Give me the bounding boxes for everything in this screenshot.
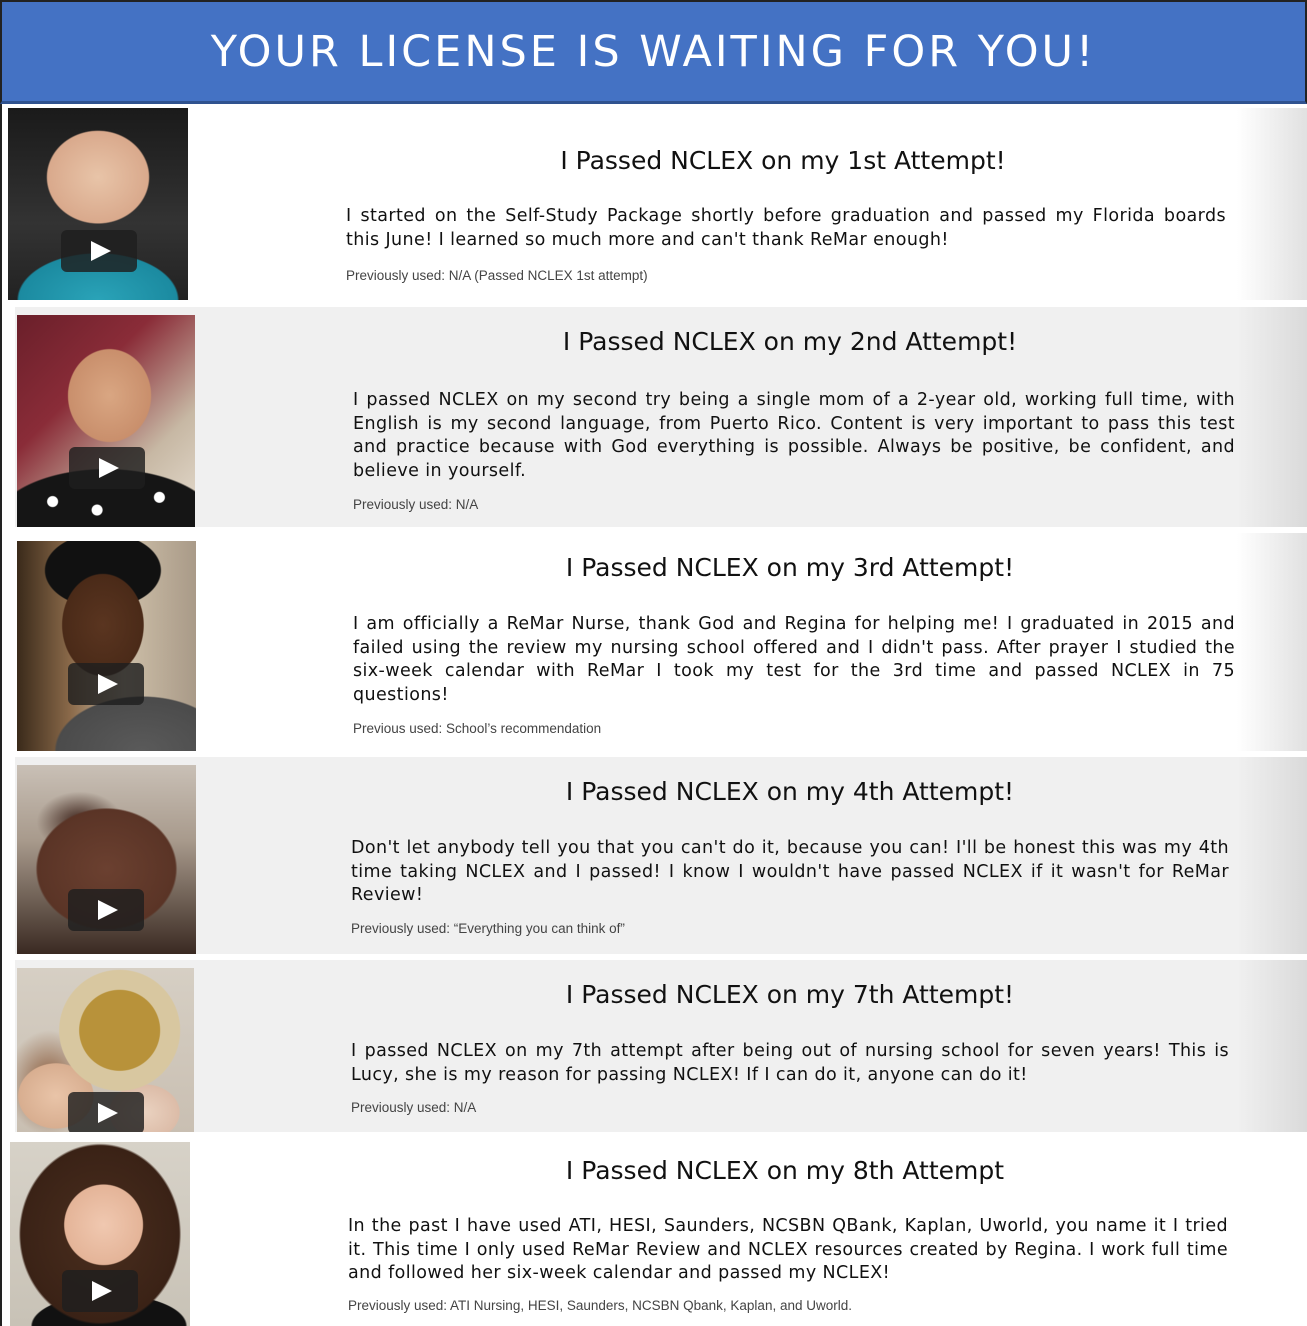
- play-button-1[interactable]: [61, 230, 137, 272]
- play-icon: [99, 458, 119, 478]
- video-thumbnail-6[interactable]: [10, 1142, 190, 1326]
- video-still-3: [17, 541, 196, 751]
- video-thumbnail-3[interactable]: [17, 541, 196, 751]
- play-icon: [91, 241, 111, 261]
- play-button-3[interactable]: [68, 663, 144, 705]
- previously-used-6: Previously used: ATI Nursing, HESI, Saun…: [348, 1298, 852, 1313]
- banner: YOUR LICENSE IS WAITING FOR YOU!: [0, 0, 1307, 104]
- video-thumbnail-5[interactable]: [17, 968, 194, 1132]
- play-icon: [92, 1281, 112, 1301]
- testimonial-heading-6: I Passed NCLEX on my 8th Attempt: [565, 1156, 1005, 1185]
- testimonial-heading-1: I Passed NCLEX on my 1st Attempt!: [560, 146, 1006, 175]
- previously-used-1: Previously used: N/A (Passed NCLEX 1st a…: [346, 268, 648, 283]
- testimonial-body-3: I am officially a ReMar Nurse, thank God…: [353, 614, 1235, 705]
- testimonial-heading-3: I Passed NCLEX on my 3rd Attempt!: [565, 553, 1015, 582]
- previously-used-2: Previously used: N/A: [353, 497, 479, 512]
- testimonial-card-5: I Passed NCLEX on my 7th Attempt! I pass…: [15, 960, 1307, 1132]
- play-icon: [98, 900, 118, 920]
- play-button-2[interactable]: [69, 447, 145, 489]
- card-fade: [1237, 757, 1307, 954]
- video-thumbnail-1[interactable]: [8, 108, 188, 300]
- previously-used-4: Previously used: “Everything you can thi…: [351, 921, 625, 936]
- card-fade: [1237, 960, 1307, 1132]
- previously-used-3: Previous used: School’s recommendation: [353, 721, 602, 736]
- testimonial-body-2: I passed NCLEX on my second try being a …: [353, 390, 1235, 481]
- card-fade: [1237, 533, 1307, 751]
- play-icon: [98, 1103, 118, 1123]
- play-button-4[interactable]: [68, 889, 144, 931]
- testimonial-body-6: In the past I have used ATI, HESI, Saund…: [348, 1216, 1228, 1283]
- testimonial-heading-4: I Passed NCLEX on my 4th Attempt!: [565, 777, 1015, 806]
- testimonial-heading-2: I Passed NCLEX on my 2nd Attempt!: [562, 327, 1018, 356]
- video-thumbnail-4[interactable]: [17, 765, 196, 954]
- testimonial-body-4: Don't let anybody tell you that you can'…: [351, 838, 1229, 905]
- testimonial-card-6: I Passed NCLEX on my 8th Attempt In the …: [10, 1138, 1307, 1326]
- testimonial-card-4: I Passed NCLEX on my 4th Attempt! Don't …: [15, 757, 1307, 954]
- play-button-5[interactable]: [68, 1092, 144, 1132]
- banner-title: YOUR LICENSE IS WAITING FOR YOU!: [210, 26, 1097, 77]
- card-fade: [1237, 108, 1307, 300]
- video-still-2: [17, 315, 195, 527]
- testimonial-body-1: I started on the Self-Study Package shor…: [346, 206, 1226, 250]
- testimonial-card-1: I Passed NCLEX on my 1st Attempt! I star…: [8, 108, 1307, 300]
- testimonial-card-3: I Passed NCLEX on my 3rd Attempt! I am o…: [15, 533, 1307, 751]
- testimonial-body-5: I passed NCLEX on my 7th attempt after b…: [351, 1041, 1229, 1085]
- video-thumbnail-2[interactable]: [17, 315, 195, 527]
- play-button-6[interactable]: [62, 1270, 138, 1312]
- testimonial-card-2: I Passed NCLEX on my 2nd Attempt! I pass…: [15, 307, 1307, 527]
- play-icon: [98, 674, 118, 694]
- previously-used-5: Previously used: N/A: [351, 1100, 477, 1115]
- card-fade: [1237, 307, 1307, 527]
- testimonial-heading-5: I Passed NCLEX on my 7th Attempt!: [565, 980, 1015, 1009]
